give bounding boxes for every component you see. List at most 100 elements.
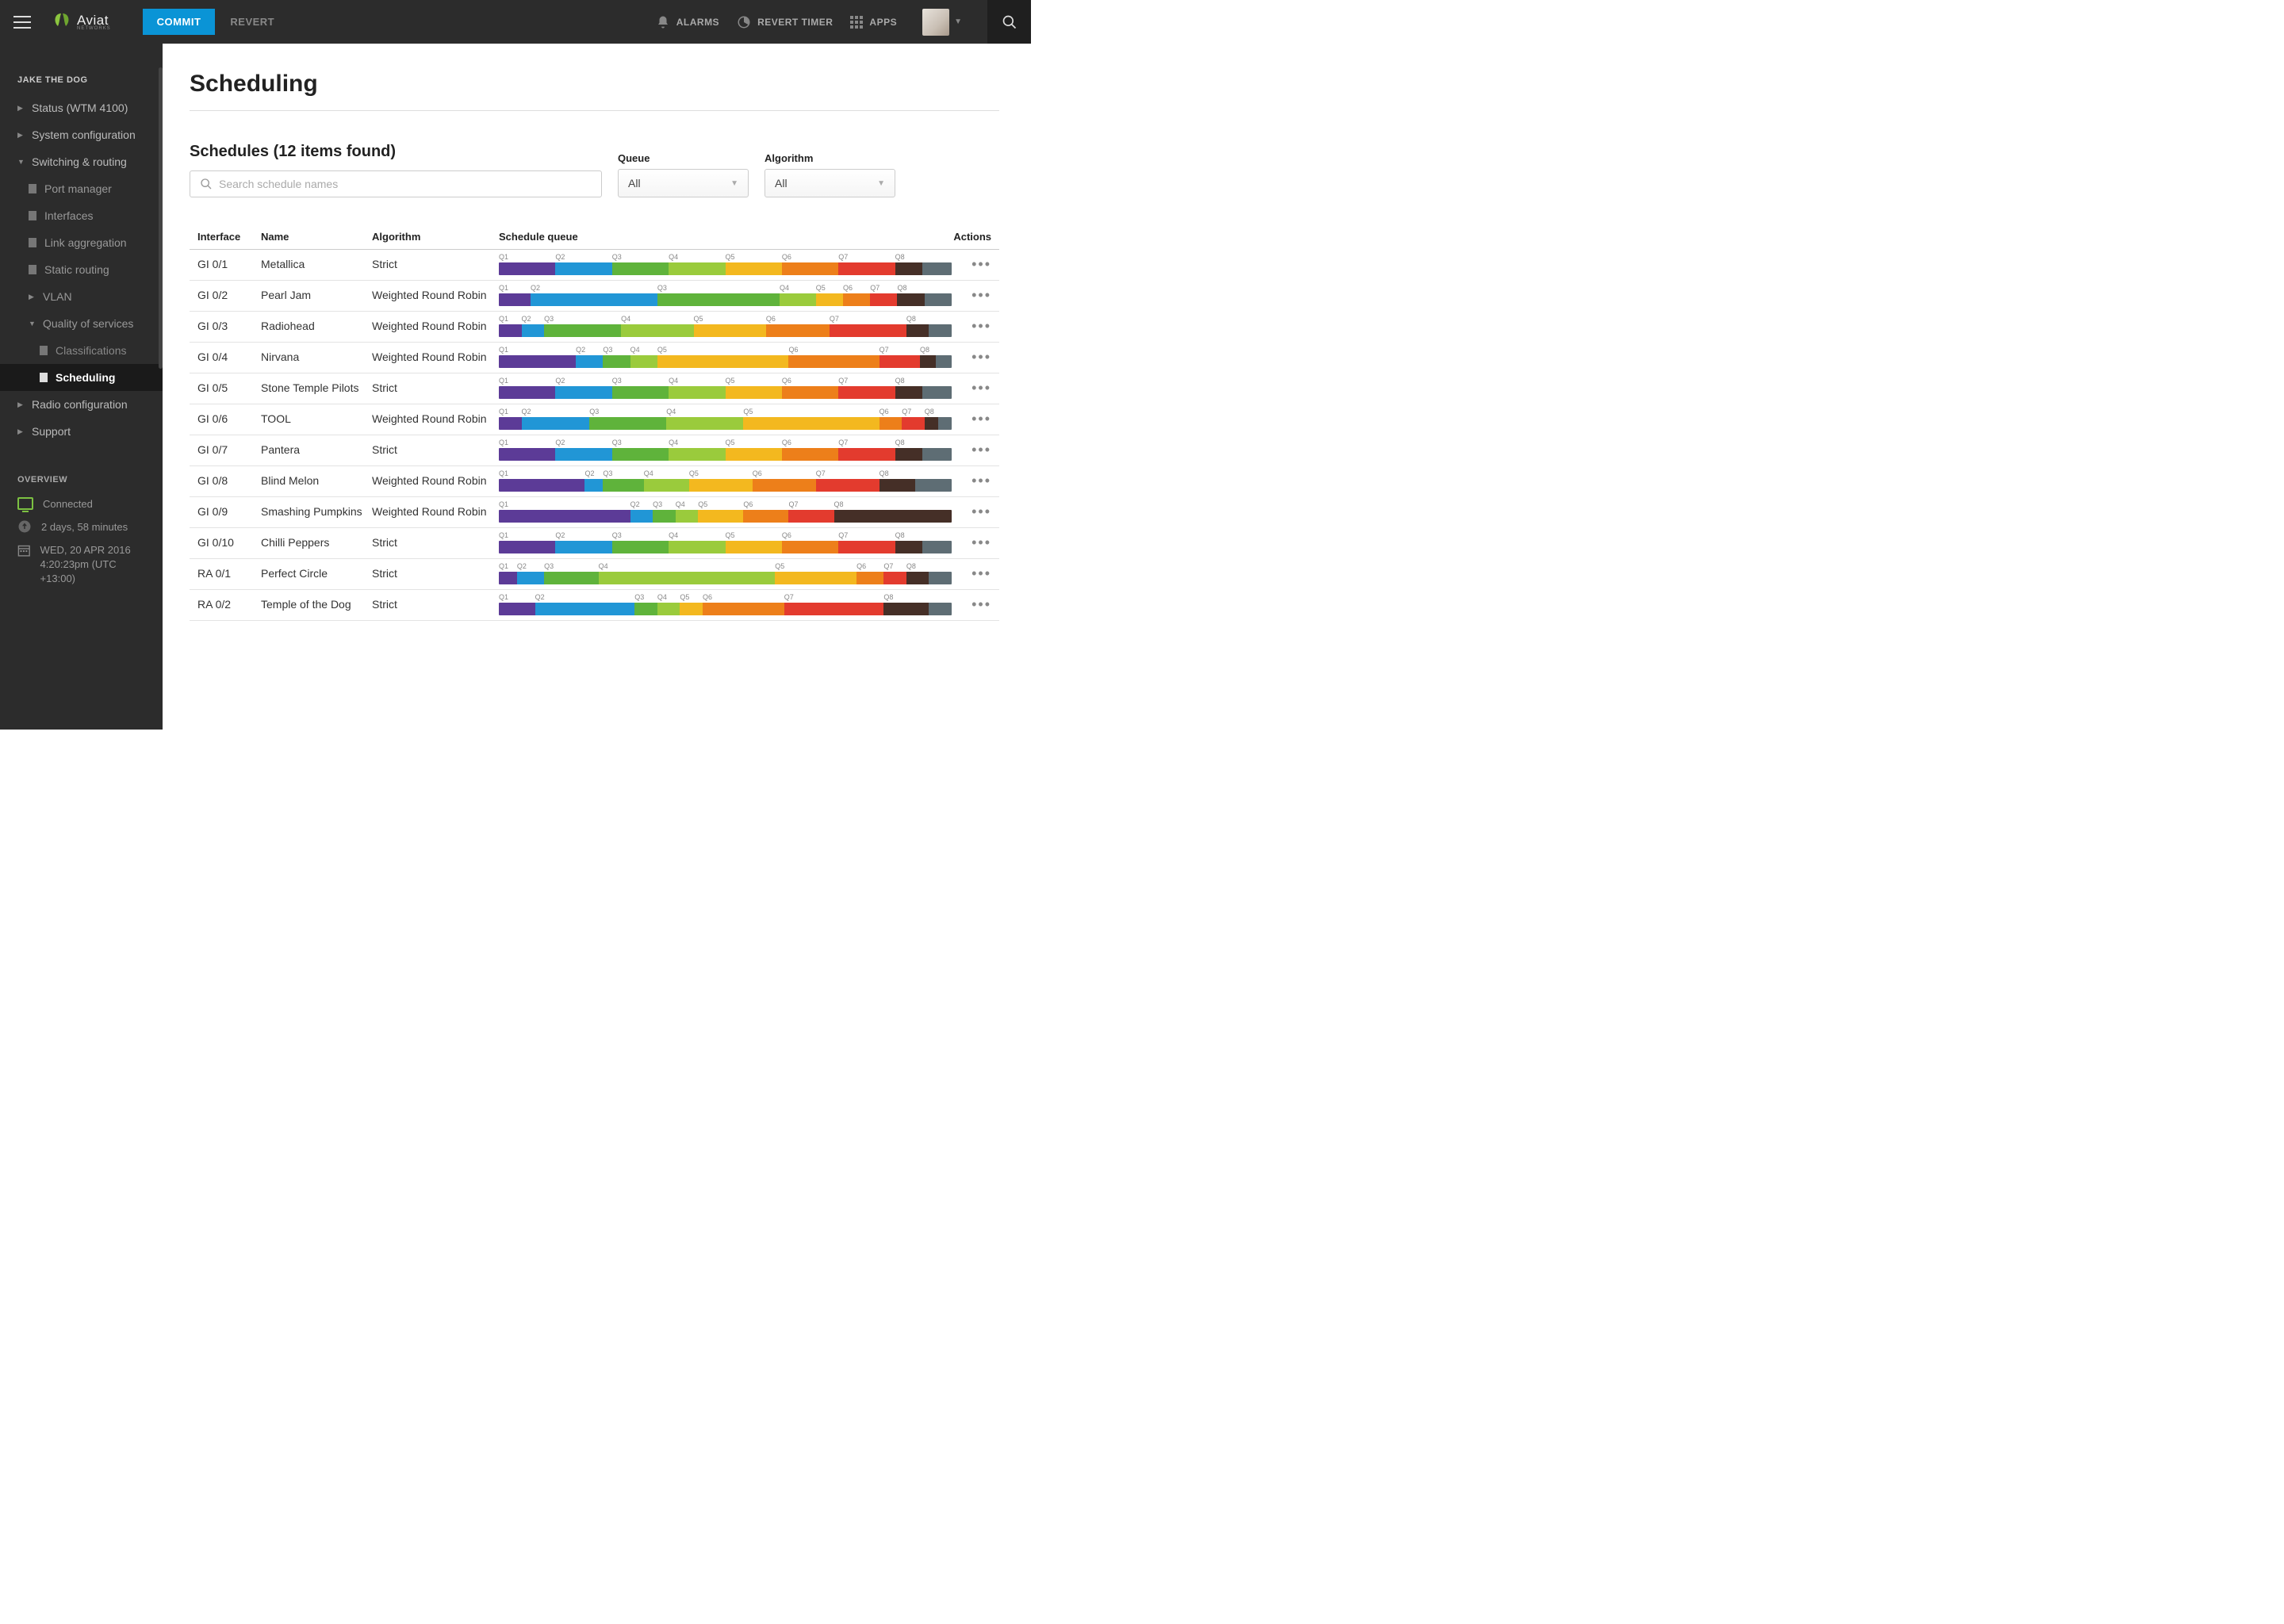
queue-label: Q2	[531, 284, 540, 292]
sidebar: JAKE THE DOG ▶Status (WTM 4100)▶System c…	[0, 44, 163, 730]
queue-segment	[780, 293, 816, 306]
connection-status: Connected	[0, 492, 163, 515]
cell-name: Pantera	[261, 443, 372, 456]
queue-label: Q4	[644, 469, 653, 477]
queue-segment	[753, 479, 816, 492]
chevron-down-icon: ▼	[730, 179, 738, 188]
sidebar-item-label: Static routing	[44, 263, 109, 276]
queue-label: Q3	[603, 346, 612, 354]
queue-label: Q5	[726, 377, 735, 385]
queue-label: Q4	[599, 562, 608, 570]
row-actions-button[interactable]: •••	[952, 411, 991, 427]
sidebar-item[interactable]: ▶Radio configuration	[0, 391, 163, 418]
sidebar-item[interactable]: Interfaces	[0, 202, 163, 229]
queue-label: Q5	[698, 500, 707, 508]
queue-label: Q3	[657, 284, 667, 292]
document-icon	[29, 238, 36, 247]
table-row: GI 0/10Chilli PeppersStrictQ1Q2Q3Q4Q5Q6Q…	[190, 528, 999, 559]
sidebar-item[interactable]: Scheduling	[0, 364, 163, 391]
queue-segment	[555, 262, 611, 275]
revert-button[interactable]: REVERT	[219, 9, 286, 35]
queue-segment	[726, 386, 782, 399]
uptime-status: 2 days, 58 minutes	[0, 515, 163, 538]
queue-segment	[603, 355, 630, 368]
cell-algorithm: Strict	[372, 567, 499, 580]
queue-label: Q7	[838, 253, 848, 261]
queue-label: Q5	[726, 253, 735, 261]
sidebar-item[interactable]: Static routing	[0, 256, 163, 283]
algorithm-filter-select[interactable]: All▼	[765, 169, 895, 197]
schedule-queue-bar	[499, 510, 952, 523]
queue-segment	[653, 510, 676, 523]
sidebar-item[interactable]: ▶System configuration	[0, 121, 163, 148]
user-menu[interactable]: ▼	[914, 9, 970, 36]
row-actions-button[interactable]: •••	[952, 318, 991, 335]
row-actions-button[interactable]: •••	[952, 349, 991, 366]
queue-filter-label: Queue	[618, 152, 749, 164]
queue-filter-select[interactable]: All▼	[618, 169, 749, 197]
row-actions-button[interactable]: •••	[952, 256, 991, 273]
row-actions-button[interactable]: •••	[952, 380, 991, 396]
queue-segment	[499, 293, 531, 306]
queue-label: Q2	[576, 346, 585, 354]
sidebar-item[interactable]: Port manager	[0, 175, 163, 202]
row-actions-button[interactable]: •••	[952, 287, 991, 304]
alarms-button[interactable]: ALARMS	[656, 15, 719, 29]
queue-label: Q7	[838, 531, 848, 539]
sidebar-item-label: Link aggregation	[44, 236, 127, 249]
queue-label: Q1	[499, 377, 508, 385]
sidebar-scrollbar[interactable]	[159, 67, 163, 369]
queue-label: Q6	[743, 500, 753, 508]
queue-segment	[788, 510, 834, 523]
queue-segment	[499, 448, 555, 461]
sidebar-item[interactable]: Classifications	[0, 337, 163, 364]
queue-segment	[669, 448, 725, 461]
sidebar-item[interactable]: ▼Quality of services	[0, 310, 163, 337]
col-interface: Interface	[197, 231, 261, 243]
queue-label: Q2	[555, 253, 565, 261]
queue-label: Q5	[816, 284, 826, 292]
menu-toggle-button[interactable]	[0, 0, 44, 44]
global-search-button[interactable]	[987, 0, 1031, 44]
row-actions-button[interactable]: •••	[952, 534, 991, 551]
queue-label: Q6	[879, 408, 889, 416]
queue-label: Q7	[788, 500, 798, 508]
row-actions-button[interactable]: •••	[952, 442, 991, 458]
cell-name: Smashing Pumpkins	[261, 505, 372, 518]
schedule-queue-bar	[499, 293, 952, 306]
queue-segment	[499, 262, 555, 275]
queue-segment	[499, 572, 517, 584]
row-actions-button[interactable]: •••	[952, 596, 991, 613]
queue-segment	[555, 541, 611, 553]
queue-segment	[517, 572, 544, 584]
queue-label: Q8	[906, 315, 916, 323]
sidebar-item[interactable]: ▶Status (WTM 4100)	[0, 94, 163, 121]
revert-timer-button[interactable]: REVERT TIMER	[737, 15, 833, 29]
row-actions-button[interactable]: •••	[952, 473, 991, 489]
cell-interface: GI 0/9	[197, 505, 261, 518]
cell-name: Blind Melon	[261, 474, 372, 487]
cell-algorithm: Strict	[372, 536, 499, 549]
queue-label: Q8	[897, 284, 906, 292]
sidebar-item[interactable]: Link aggregation	[0, 229, 163, 256]
commit-button[interactable]: COMMIT	[143, 9, 216, 35]
queue-segment	[897, 293, 924, 306]
sidebar-item[interactable]: ▶Support	[0, 418, 163, 445]
sidebar-item-label: Classifications	[56, 344, 126, 357]
queue-segment	[657, 293, 780, 306]
search-box[interactable]	[190, 170, 602, 197]
apps-button[interactable]: APPS	[850, 16, 897, 29]
brand-logo: Aviat NETWORKS	[44, 12, 119, 33]
queue-segment	[834, 510, 952, 523]
sidebar-item[interactable]: ▶VLAN	[0, 283, 163, 310]
queue-segment	[535, 603, 635, 615]
row-actions-button[interactable]: •••	[952, 565, 991, 582]
queue-label: Q4	[669, 253, 678, 261]
sidebar-item[interactable]: ▼Switching & routing	[0, 148, 163, 175]
queue-segment	[879, 417, 902, 430]
document-icon	[29, 211, 36, 220]
queue-segment	[922, 448, 952, 461]
search-input[interactable]	[219, 178, 592, 190]
page-title: Scheduling	[190, 71, 999, 111]
row-actions-button[interactable]: •••	[952, 504, 991, 520]
